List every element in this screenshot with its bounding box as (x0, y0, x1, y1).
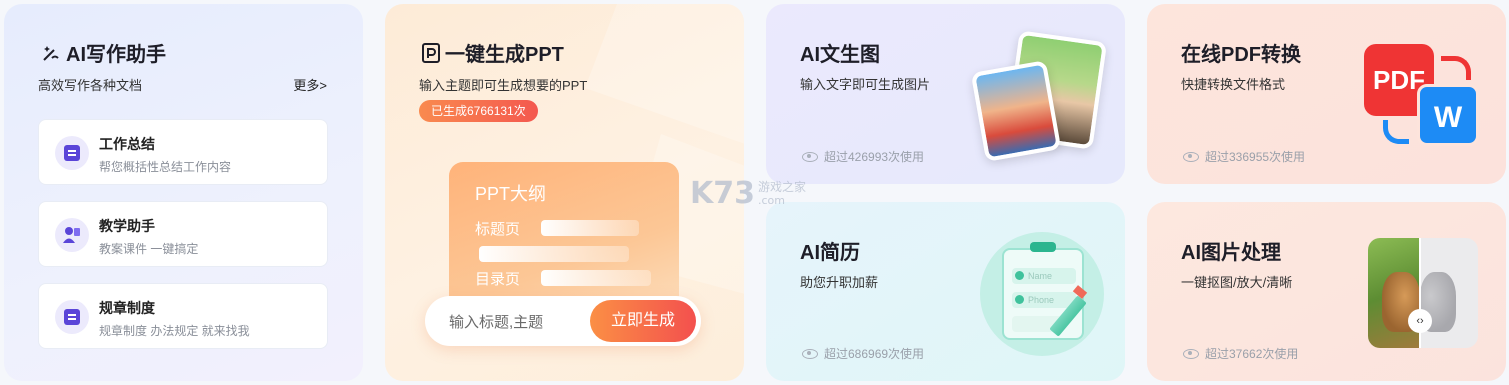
ai-image-card[interactable]: AI图片处理 一键抠图/放大/清晰 超过37662次使用 ‹› (1147, 202, 1506, 381)
pdf-convert-card[interactable]: 在线PDF转换 快捷转换文件格式 超过336955次使用 PDF W (1147, 4, 1506, 184)
ai-image-subtitle: 一键抠图/放大/清晰 (1181, 275, 1293, 290)
ai-image-title: AI图片处理 (1181, 242, 1281, 264)
ai-writing-subtitle: 高效写作各种文档 (38, 78, 143, 93)
generate-button[interactable]: 立即生成 (590, 300, 696, 342)
pdf-convert-title: 在线PDF转换 (1181, 44, 1301, 66)
pdf-convert-subtitle: 快捷转换文件格式 (1181, 77, 1286, 92)
eye-icon (802, 348, 818, 359)
outline-line: 目录页 (475, 271, 521, 288)
compare-slider-handle[interactable]: ‹› (1408, 309, 1432, 333)
document-edit-icon (55, 136, 89, 170)
eye-icon (1183, 348, 1199, 359)
ppt-subtitle: 输入主题即可生成想要的PPT (419, 78, 588, 93)
word-file-icon: W (1417, 84, 1479, 146)
ai-writing-card[interactable]: AI写作助手 高效写作各种文档 更多> 工作总结 帮您概括性总结工作内容 教学助… (4, 4, 363, 381)
writing-item-regulations[interactable]: 规章制度 规章制度 办法规定 就来找我 (38, 283, 328, 349)
generated-cartoon-image (970, 60, 1062, 162)
item-desc: 教案课件 一键搞定 (99, 242, 199, 256)
more-link[interactable]: 更多> (293, 75, 327, 94)
usage-count: 超过336955次使用 (1183, 148, 1305, 165)
item-title: 规章制度 (99, 300, 155, 316)
site-watermark: K73 游戏之家 .com (690, 176, 807, 211)
text-to-image-title: AI文生图 (800, 44, 880, 66)
ai-resume-card[interactable]: AI简历 助您升职加薪 超过686969次使用 Name Phone (766, 202, 1125, 381)
outline-bar (541, 270, 651, 286)
text-to-image-subtitle: 输入文字即可生成图片 (800, 77, 931, 92)
outline-bar (479, 246, 629, 262)
eye-icon (1183, 151, 1199, 162)
writing-item-work-summary[interactable]: 工作总结 帮您概括性总结工作内容 (38, 119, 328, 185)
item-desc: 帮您概括性总结工作内容 (99, 160, 232, 174)
resume-clipboard-icon: Name Phone (1002, 248, 1084, 340)
ai-resume-title: AI简历 (800, 242, 860, 264)
usage-count: 超过426993次使用 (802, 148, 924, 165)
generated-count-badge: 已生成6766131次 (419, 100, 538, 122)
clipboard-clip (1030, 242, 1056, 252)
convert-arrow-icon (1441, 56, 1471, 80)
writing-item-teaching[interactable]: 教学助手 教案课件 一键搞定 (38, 201, 328, 267)
ppt-generate-bar: 输入标题,主题 立即生成 (425, 296, 701, 346)
ppt-file-icon (422, 42, 440, 63)
outline-title: PPT大纲 (475, 184, 547, 204)
ppt-title: 一键生成PPT (421, 38, 564, 67)
item-desc: 规章制度 办法规定 就来找我 (99, 324, 250, 338)
usage-count: 超过686969次使用 (802, 345, 924, 362)
magic-pen-icon (43, 45, 59, 61)
outline-bar (541, 220, 639, 236)
ai-resume-subtitle: 助您升职加薪 (800, 275, 879, 290)
text-to-image-card[interactable]: AI文生图 输入文字即可生成图片 超过426993次使用 (766, 4, 1125, 184)
teacher-icon (55, 218, 89, 252)
topic-input[interactable]: 输入标题,主题 (449, 311, 543, 332)
cat-before-after-image: ‹› (1368, 238, 1478, 348)
outline-line: 标题页 (475, 221, 521, 238)
item-title: 教学助手 (99, 218, 155, 234)
decor-facet (585, 4, 744, 144)
usage-count: 超过37662次使用 (1183, 345, 1298, 362)
ai-writing-title: AI写作助手 (40, 38, 166, 67)
document-edit-icon (55, 300, 89, 334)
convert-arrow-icon (1383, 120, 1409, 144)
item-title: 工作总结 (99, 136, 155, 152)
eye-icon (802, 151, 818, 162)
